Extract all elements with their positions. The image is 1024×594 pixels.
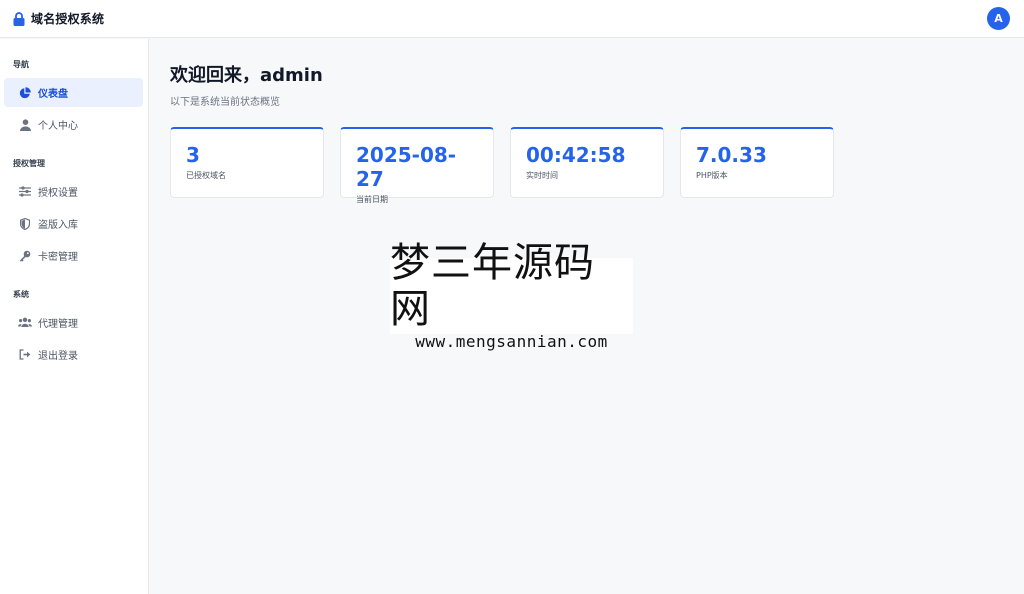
sidebar-item-label: 盗版入库	[38, 220, 78, 231]
stat-value: 7.0.33	[696, 143, 767, 167]
sidebar-section-nav-title: 导航	[13, 60, 29, 69]
sidebar-item-label: 授权设置	[38, 188, 78, 199]
sidebar-item-label: 代理管理	[38, 319, 78, 330]
sidebar-item-label: 退出登录	[38, 351, 78, 362]
stat-value: 3	[186, 143, 200, 167]
sidebar-item-label: 个人中心	[38, 121, 78, 132]
users-icon	[18, 316, 32, 330]
stat-value: 2025-08-27	[356, 143, 457, 191]
logout-icon	[18, 348, 32, 362]
sidebar-item-label: 卡密管理	[38, 252, 78, 263]
sidebar-item-piracy[interactable]: 盗版入库	[4, 209, 143, 238]
stat-label: PHP版本	[696, 171, 728, 180]
sliders-icon	[18, 185, 32, 199]
lock-icon	[12, 11, 25, 26]
watermark-url: www.mengsannian.com	[415, 332, 608, 351]
watermark-text: 梦三年源码网	[390, 240, 595, 332]
user-icon	[18, 118, 32, 132]
top-bar: 域名授权系统 A	[0, 0, 1024, 38]
app-title: 域名授权系统	[31, 12, 105, 26]
sidebar-section-auth-title: 授权管理	[13, 159, 45, 168]
stat-card-date: 2025-08-27 当前日期	[340, 127, 494, 204]
sidebar-item-logout[interactable]: 退出登录	[4, 340, 143, 369]
page-title: 欢迎回来，admin	[170, 65, 323, 86]
sidebar: 导航 仪表盘 个人中心 授权管理 授权设置 盗版入库 卡密管理 系统 代理管理 …	[0, 39, 149, 594]
stat-card-time: 00:42:58 实时时间	[510, 127, 664, 198]
sidebar-item-label: 仪表盘	[38, 89, 68, 100]
shield-icon	[18, 217, 32, 231]
stat-card-php: 7.0.33 PHP版本	[680, 127, 834, 198]
stat-label: 当前日期	[356, 195, 388, 204]
page-subtitle: 以下是系统当前状态概览	[170, 97, 280, 108]
sidebar-item-profile[interactable]: 个人中心	[4, 110, 143, 139]
watermark: 梦三年源码网 www.mengsannian.com	[390, 240, 633, 351]
sidebar-item-agents[interactable]: 代理管理	[4, 308, 143, 337]
pie-chart-icon	[18, 86, 32, 100]
stat-label: 已授权域名	[186, 171, 226, 180]
brand[interactable]: 域名授权系统	[12, 10, 104, 27]
stat-cards: 3 已授权域名 2025-08-27 当前日期 00:42:58 实时时间 7.…	[170, 127, 1004, 204]
stat-card-domains: 3 已授权域名	[170, 127, 324, 198]
sidebar-item-card-keys[interactable]: 卡密管理	[4, 241, 143, 270]
stat-label: 实时时间	[526, 171, 558, 180]
stat-value: 00:42:58	[526, 143, 626, 167]
key-icon	[18, 249, 32, 263]
sidebar-item-dashboard[interactable]: 仪表盘	[4, 78, 143, 107]
sidebar-item-auth-settings[interactable]: 授权设置	[4, 177, 143, 206]
sidebar-section-system-title: 系统	[13, 290, 29, 299]
avatar[interactable]: A	[987, 7, 1010, 30]
